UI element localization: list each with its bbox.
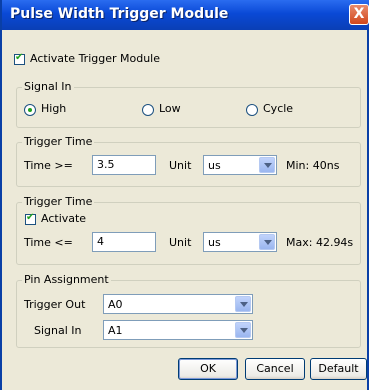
unit-max-select[interactable]: us (203, 232, 277, 252)
dialog-body: Activate Trigger Module Signal In High L… (4, 30, 367, 388)
activate-max-checkbox[interactable] (25, 212, 36, 225)
signal-in-group (16, 87, 361, 128)
radio-low[interactable] (142, 104, 154, 116)
chevron-down-icon[interactable] (259, 157, 275, 173)
dialog-window: Pulse Width Trigger Module X Activate Tr… (0, 0, 369, 390)
activate-max-label: Activate (41, 212, 87, 225)
trigger-out-select[interactable]: A0 (103, 294, 253, 314)
time-max-label: Time <= (24, 236, 73, 249)
max-limit-text: Max: 42.94s (286, 236, 354, 249)
activate-module-label: Activate Trigger Module (30, 52, 161, 65)
signal-in-value: A1 (108, 324, 123, 337)
close-button[interactable]: X (349, 4, 369, 25)
signal-in-legend: Signal In (22, 80, 74, 93)
signal-in-select[interactable]: A1 (103, 320, 253, 340)
trigger-out-label: Trigger Out (24, 298, 86, 311)
radio-high[interactable] (24, 104, 36, 116)
unit-min-label: Unit (169, 159, 192, 172)
chevron-down-icon[interactable] (235, 322, 251, 338)
pin-signal-in-label: Signal In (34, 324, 82, 337)
time-min-label: Time >= (24, 159, 73, 172)
chevron-down-icon[interactable] (235, 296, 251, 312)
trigger-time-max-legend: Trigger Time (22, 195, 95, 208)
close-icon: X (353, 6, 365, 22)
radio-cycle[interactable] (246, 104, 258, 116)
unit-min-value: us (208, 159, 221, 172)
ok-button[interactable]: OK (178, 358, 238, 380)
default-button[interactable]: Default (310, 358, 367, 380)
chevron-down-icon[interactable] (259, 234, 275, 250)
radio-cycle-label: Cycle (263, 102, 294, 115)
trigger-out-value: A0 (108, 298, 123, 311)
activate-module-checkbox[interactable] (14, 52, 25, 65)
time-min-input[interactable]: 3.5 (92, 155, 156, 175)
title-bar[interactable]: Pulse Width Trigger Module X (2, 0, 369, 30)
unit-max-value: us (208, 236, 221, 249)
cancel-button[interactable]: Cancel (245, 358, 305, 380)
unit-min-select[interactable]: us (203, 155, 277, 175)
window-title: Pulse Width Trigger Module (10, 6, 229, 22)
unit-max-label: Unit (169, 236, 192, 249)
time-max-input[interactable]: 4 (92, 232, 156, 252)
pin-assignment-legend: Pin Assignment (22, 273, 111, 286)
radio-low-label: Low (159, 102, 181, 115)
radio-high-label: High (41, 102, 67, 115)
trigger-time-min-legend: Trigger Time (22, 135, 95, 148)
min-limit-text: Min: 40ns (286, 159, 340, 172)
